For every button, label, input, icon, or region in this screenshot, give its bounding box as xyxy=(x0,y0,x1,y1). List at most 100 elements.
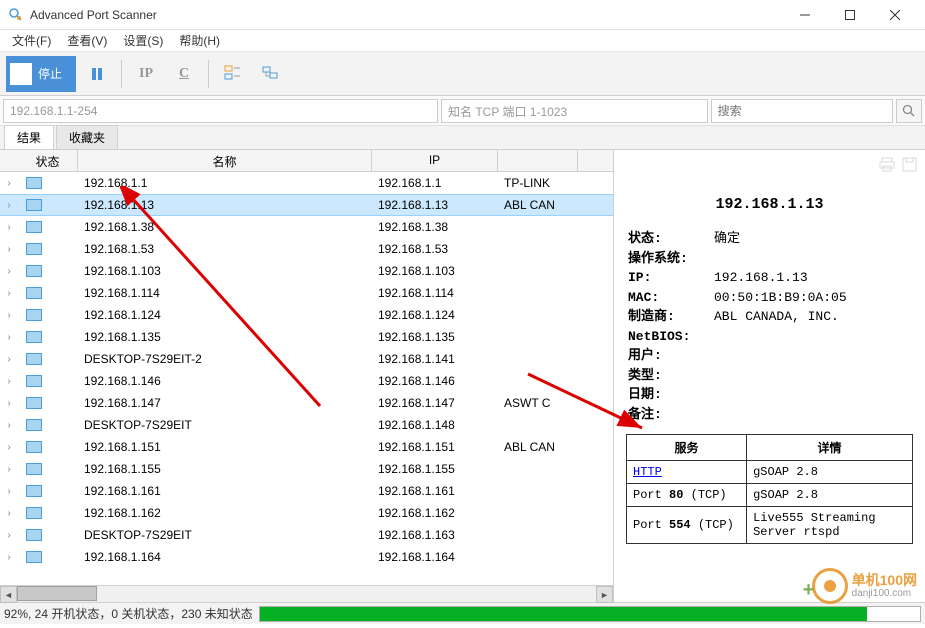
maximize-button[interactable] xyxy=(827,1,872,29)
detail-value-type xyxy=(714,366,911,386)
close-button[interactable] xyxy=(872,1,917,29)
search-button[interactable] xyxy=(896,99,922,123)
expand-icon[interactable]: › xyxy=(0,310,18,321)
table-row[interactable]: › 192.168.1.155 192.168.1.155 xyxy=(0,458,613,480)
row-name: 192.168.1.161 xyxy=(78,484,372,498)
table-row[interactable]: › DESKTOP-7S29EIT-2 192.168.1.141 xyxy=(0,348,613,370)
detail-label-status: 状态: xyxy=(628,229,714,249)
table-row[interactable]: › 192.168.1.147 192.168.1.147 ASWT C xyxy=(0,392,613,414)
ports-input[interactable] xyxy=(441,99,708,123)
expand-icon[interactable]: › xyxy=(0,442,18,453)
collapse-all-button[interactable] xyxy=(254,57,288,91)
row-ip: 192.168.1.148 xyxy=(372,418,498,432)
service-link[interactable]: HTTP xyxy=(633,465,662,479)
table-row[interactable]: › 192.168.1.13 192.168.1.13 ABL CAN xyxy=(0,194,613,216)
print-icon[interactable] xyxy=(879,156,897,174)
row-name: 192.168.1.164 xyxy=(78,550,372,564)
separator xyxy=(208,60,209,88)
service-row: HTTPgSOAP 2.8 xyxy=(627,461,913,484)
detail-value-date xyxy=(714,385,911,405)
table-row[interactable]: › 192.168.1.1 192.168.1.1 TP-LINK xyxy=(0,172,613,194)
save-icon[interactable] xyxy=(901,156,919,174)
table-row[interactable]: › 192.168.1.162 192.168.1.162 xyxy=(0,502,613,524)
table-row[interactable]: › 192.168.1.53 192.168.1.53 xyxy=(0,238,613,260)
table-row[interactable]: › 192.168.1.135 192.168.1.135 xyxy=(0,326,613,348)
menu-help[interactable]: 帮助(H) xyxy=(171,30,228,51)
col-ip[interactable]: IP xyxy=(372,150,498,171)
horizontal-scrollbar[interactable]: ◄ ► xyxy=(0,585,613,602)
c-button[interactable]: C xyxy=(167,57,201,91)
row-ip: 192.168.1.151 xyxy=(372,440,498,454)
table-row[interactable]: › 192.168.1.146 192.168.1.146 xyxy=(0,370,613,392)
row-ip: 192.168.1.13 xyxy=(372,198,498,212)
col-name[interactable]: 名称 xyxy=(78,150,372,171)
row-ip: 192.168.1.135 xyxy=(372,330,498,344)
menu-view[interactable]: 查看(V) xyxy=(59,30,115,51)
col-mfr[interactable] xyxy=(498,150,578,171)
menu-settings[interactable]: 设置(S) xyxy=(115,30,171,51)
detail-value-mfr: ABL CANADA, INC. xyxy=(714,307,911,327)
status-icon xyxy=(18,221,78,233)
col-status[interactable]: 状态 xyxy=(18,150,78,171)
table-row[interactable]: › 192.168.1.151 192.168.1.151 ABL CAN xyxy=(0,436,613,458)
expand-icon[interactable]: › xyxy=(0,266,18,277)
detail-pane: 192.168.1.13 状态:确定操作系统:IP:192.168.1.13MA… xyxy=(614,150,925,602)
table-row[interactable]: › 192.168.1.103 192.168.1.103 xyxy=(0,260,613,282)
expand-icon[interactable]: › xyxy=(0,200,18,211)
detail-title: 192.168.1.13 xyxy=(620,196,919,213)
expand-icon[interactable]: › xyxy=(0,464,18,475)
table-row[interactable]: › 192.168.1.124 192.168.1.124 xyxy=(0,304,613,326)
expand-icon[interactable]: › xyxy=(0,552,18,563)
status-icon xyxy=(18,287,78,299)
grid-body[interactable]: › 192.168.1.1 192.168.1.1 TP-LINK› 192.1… xyxy=(0,172,613,585)
table-row[interactable]: › 192.168.1.38 192.168.1.38 xyxy=(0,216,613,238)
row-ip: 192.168.1.155 xyxy=(372,462,498,476)
expand-icon[interactable]: › xyxy=(0,244,18,255)
results-pane: 状态 名称 IP › 192.168.1.1 192.168.1.1 TP-LI… xyxy=(0,150,614,602)
expand-icon[interactable]: › xyxy=(0,376,18,387)
table-row[interactable]: › DESKTOP-7S29EIT 192.168.1.148 xyxy=(0,414,613,436)
expand-icon[interactable]: › xyxy=(0,354,18,365)
expand-icon[interactable]: › xyxy=(0,288,18,299)
expand-all-button[interactable] xyxy=(216,57,250,91)
status-icon xyxy=(18,309,78,321)
table-row[interactable]: › 192.168.1.161 192.168.1.161 xyxy=(0,480,613,502)
status-icon xyxy=(18,507,78,519)
detail-label-user: 用户: xyxy=(628,346,714,366)
watermark-logo: + xyxy=(812,568,848,604)
table-row[interactable]: › 192.168.1.164 192.168.1.164 xyxy=(0,546,613,568)
menu-file[interactable]: 文件(F) xyxy=(4,30,59,51)
scroll-right-arrow[interactable]: ► xyxy=(596,586,613,603)
scroll-thumb[interactable] xyxy=(17,586,97,601)
expand-icon[interactable]: › xyxy=(0,222,18,233)
tab-results[interactable]: 结果 xyxy=(4,125,54,149)
expand-icon[interactable]: › xyxy=(0,530,18,541)
table-row[interactable]: › DESKTOP-7S29EIT 192.168.1.163 xyxy=(0,524,613,546)
row-mfr: ABL CAN xyxy=(498,198,578,212)
grid-header: 状态 名称 IP xyxy=(0,150,613,172)
expand-icon[interactable]: › xyxy=(0,508,18,519)
row-ip: 192.168.1.147 xyxy=(372,396,498,410)
row-ip: 192.168.1.141 xyxy=(372,352,498,366)
minimize-button[interactable] xyxy=(782,1,827,29)
expand-icon[interactable]: › xyxy=(0,420,18,431)
expand-icon[interactable]: › xyxy=(0,398,18,409)
searchbar xyxy=(0,96,925,126)
scroll-left-arrow[interactable]: ◄ xyxy=(0,586,17,603)
detail-value-notes xyxy=(714,405,911,425)
row-name: 192.168.1.146 xyxy=(78,374,372,388)
stop-button[interactable]: 停止 xyxy=(6,56,76,92)
tab-favorites[interactable]: 收藏夹 xyxy=(56,125,118,149)
row-name: 192.168.1.114 xyxy=(78,286,372,300)
row-mfr: ABL CAN xyxy=(498,440,578,454)
expand-icon[interactable]: › xyxy=(0,486,18,497)
ip-range-input[interactable] xyxy=(3,99,438,123)
ip-button[interactable]: IP xyxy=(129,57,163,91)
pause-button[interactable] xyxy=(80,57,114,91)
table-row[interactable]: › 192.168.1.114 192.168.1.114 xyxy=(0,282,613,304)
expand-icon[interactable]: › xyxy=(0,332,18,343)
detail-label-date: 日期: xyxy=(628,385,714,405)
search-input[interactable] xyxy=(711,99,893,123)
expand-icon[interactable]: › xyxy=(0,178,18,189)
row-ip: 192.168.1.146 xyxy=(372,374,498,388)
